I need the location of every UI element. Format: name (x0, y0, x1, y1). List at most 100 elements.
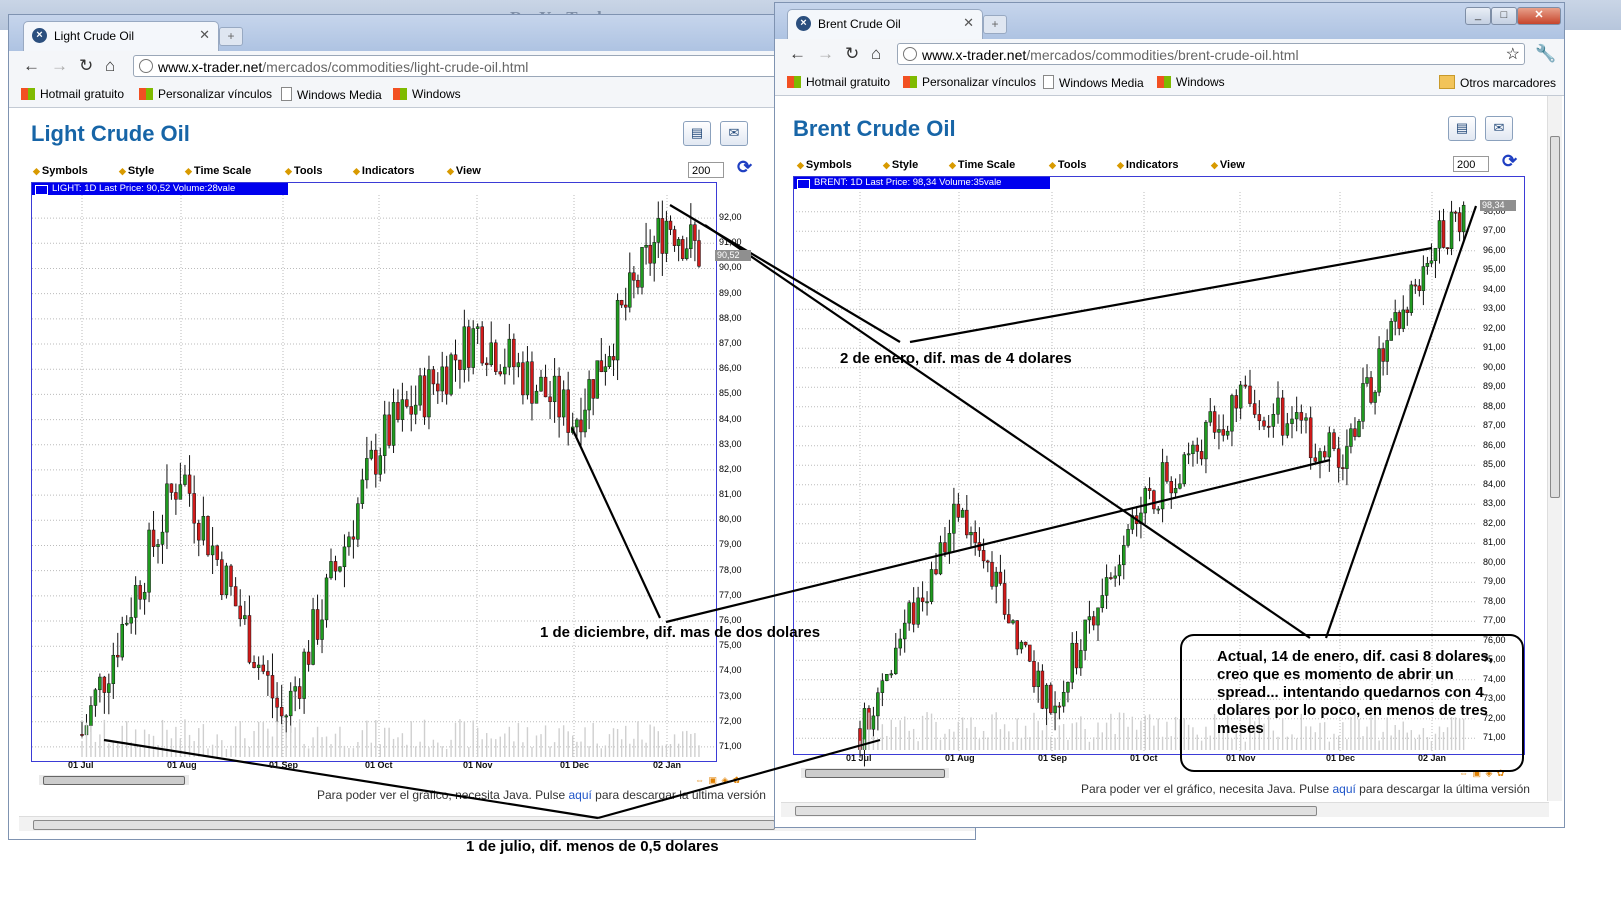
candle-body (138, 585, 142, 600)
candle-body (400, 399, 405, 420)
candle-body (685, 248, 689, 259)
y-axis-label: 72,00 (1483, 712, 1506, 723)
y-axis-label: 87,00 (1483, 420, 1506, 431)
candle-body (648, 244, 652, 264)
candle-body (215, 545, 219, 560)
candle-body (1019, 641, 1024, 650)
y-axis-label: 71,00 (719, 740, 742, 751)
candle-body (89, 705, 93, 726)
candle-body (1208, 411, 1213, 423)
candle-body (351, 536, 356, 540)
candle-body (689, 224, 693, 250)
y-axis-label: 73,00 (1483, 693, 1506, 704)
y-axis-label: 81,00 (719, 489, 742, 500)
candle-body (1318, 451, 1322, 462)
candle-body (973, 532, 977, 543)
y-axis-label: 81,00 (1483, 537, 1506, 548)
y-axis-label: 73,00 (719, 690, 742, 701)
candle-body (391, 402, 396, 446)
y-axis-label: 82,00 (1483, 517, 1506, 528)
y-axis-label: 87,00 (719, 338, 742, 349)
candle-body (615, 299, 620, 361)
candle-body (1248, 385, 1252, 404)
candle-body (315, 609, 320, 640)
candle-body (1234, 395, 1239, 409)
x-axis-label: 01 Sep (1038, 753, 1068, 763)
y-axis-label: 80,00 (719, 514, 742, 525)
candle-body (583, 409, 587, 433)
candle-body (534, 390, 539, 404)
candle-body (943, 542, 947, 553)
candle-body (1100, 595, 1105, 609)
candle-body (462, 326, 467, 370)
candle-body (116, 654, 120, 658)
candle-body (275, 697, 279, 708)
y-axis-label: 84,00 (719, 413, 742, 424)
candle-body (668, 220, 673, 230)
candle-body (1238, 384, 1243, 409)
y-axis-label: 82,00 (719, 463, 742, 474)
candle-body (201, 516, 206, 541)
candle-body (1271, 414, 1276, 427)
candle-body (1061, 691, 1066, 707)
candle-body (1074, 642, 1079, 669)
candle-body (591, 379, 595, 399)
y-axis-label: 74,00 (1483, 673, 1506, 684)
candle-body (1381, 348, 1385, 362)
candle-body (98, 676, 102, 691)
y-axis-label: 92,00 (719, 212, 742, 223)
candle-body (418, 375, 422, 406)
candle-body (1152, 490, 1156, 510)
candle-body (603, 366, 608, 373)
x-axis-label: 01 Sep (269, 760, 299, 770)
candle-body (107, 683, 111, 693)
candle-body (1357, 421, 1361, 437)
candle-body (1276, 397, 1280, 415)
candle-body (311, 609, 315, 665)
candle-body (880, 680, 885, 693)
candle-body (1377, 348, 1381, 393)
candle-body (1345, 446, 1349, 469)
candle-body (1313, 457, 1318, 462)
candle-body (1353, 428, 1357, 437)
candle-body (238, 605, 242, 620)
candle-body (512, 338, 516, 368)
y-axis-label: 91,00 (1483, 342, 1506, 353)
candle-body (876, 692, 880, 717)
candle-body (1191, 444, 1195, 454)
candle-body (920, 597, 925, 603)
candle-body (664, 220, 669, 254)
candle-body (365, 458, 369, 481)
candle-body (449, 354, 453, 395)
candle-body (1156, 508, 1160, 511)
candle-body (889, 673, 894, 676)
candle-body (197, 522, 201, 541)
candle-body (1290, 418, 1294, 424)
candle-body (183, 474, 187, 485)
y-axis-label: 91,00 (719, 237, 742, 248)
candle-body (80, 734, 84, 736)
y-axis-label: 77,00 (1483, 615, 1506, 626)
candle-body (965, 509, 969, 536)
x-axis-label: 01 Nov (463, 760, 493, 770)
y-axis-label: 84,00 (1483, 478, 1506, 489)
candle-body (552, 375, 557, 403)
candle-body (1385, 340, 1389, 362)
candle-body (1195, 444, 1200, 452)
annotation-line (571, 427, 661, 619)
candle-body (369, 449, 374, 459)
candle-body (530, 361, 534, 404)
candle-body (1109, 577, 1113, 579)
candle-body (960, 509, 965, 518)
annotation-line (597, 738, 881, 820)
x-axis-label: 01 Oct (365, 760, 393, 770)
candle-body (503, 366, 507, 375)
candle-body (342, 546, 347, 568)
candle-body (1212, 411, 1217, 433)
candle-body (1413, 284, 1418, 287)
candle-body (1405, 309, 1410, 313)
candle-body (636, 279, 640, 288)
candle-body (111, 654, 116, 684)
candle-body (229, 565, 233, 587)
candle-body (934, 569, 938, 575)
